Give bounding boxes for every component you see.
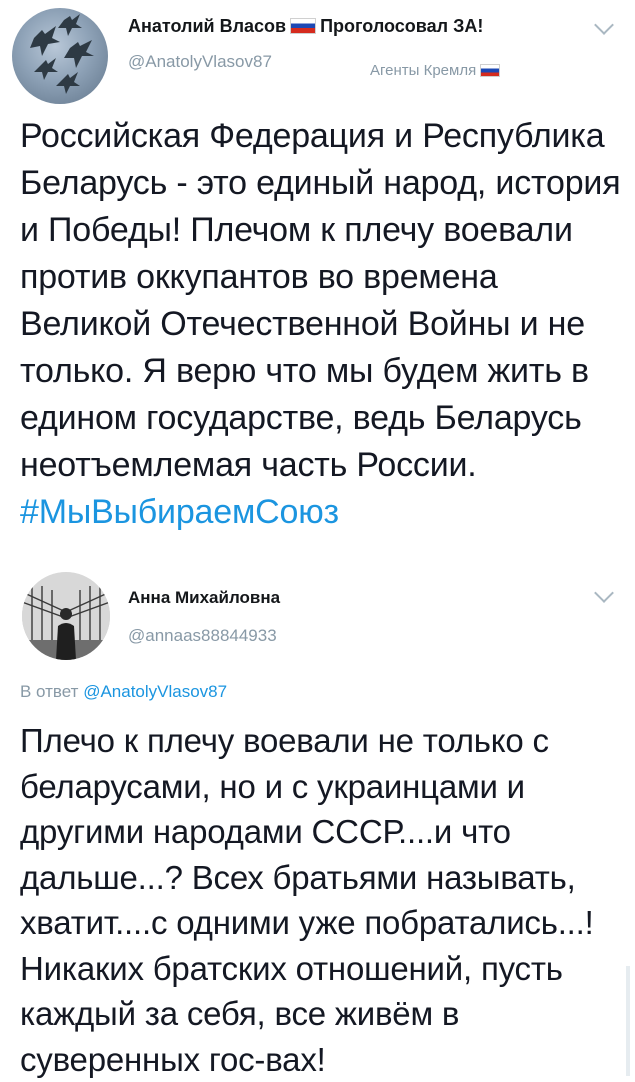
author-name[interactable]: Анатолий Власов [128,16,286,36]
group-label-text: Агенты Кремля [370,62,477,79]
tweet-text: Плечо к плечу воевали не только с белару… [20,722,594,1078]
author-handle[interactable]: @AnatolyVlasov87 [128,52,272,72]
hashtag-link[interactable]: #МыВыбираемСоюз [20,493,339,531]
author-handle[interactable]: @annaas88844933 [128,626,277,646]
fighter-jets-icon [30,14,94,94]
tweet-text-body: Российская Федерация и Республика Белару… [20,117,621,484]
reply-mention-link[interactable]: @AnatolyVlasov87 [83,682,227,701]
author-name[interactable]: Анна Михайловна [128,588,280,608]
reply-context: В ответ @AnatolyVlasov87 [20,682,227,702]
tweet-text: Российская Федерация и Республика Белару… [20,113,625,536]
russian-flag-icon [290,18,317,34]
avatar[interactable] [22,572,110,660]
author-name-line[interactable]: Анатолий Власов Проголосовал ЗА! [128,16,483,37]
author-name-suffix: Проголосовал ЗА! [320,16,484,36]
reply-prefix: В ответ [20,682,79,701]
group-label: Агенты Кремля [370,62,504,79]
tweet-1: Анатолий Власов Проголосовал ЗА! @Anatoly… [0,0,635,580]
scrollbar[interactable] [626,966,630,1076]
russian-flag-icon [480,64,501,77]
chevron-down-icon[interactable] [594,583,614,603]
avatar[interactable] [12,8,108,104]
person-in-hall-icon [22,572,110,660]
chevron-down-icon[interactable] [594,15,614,35]
